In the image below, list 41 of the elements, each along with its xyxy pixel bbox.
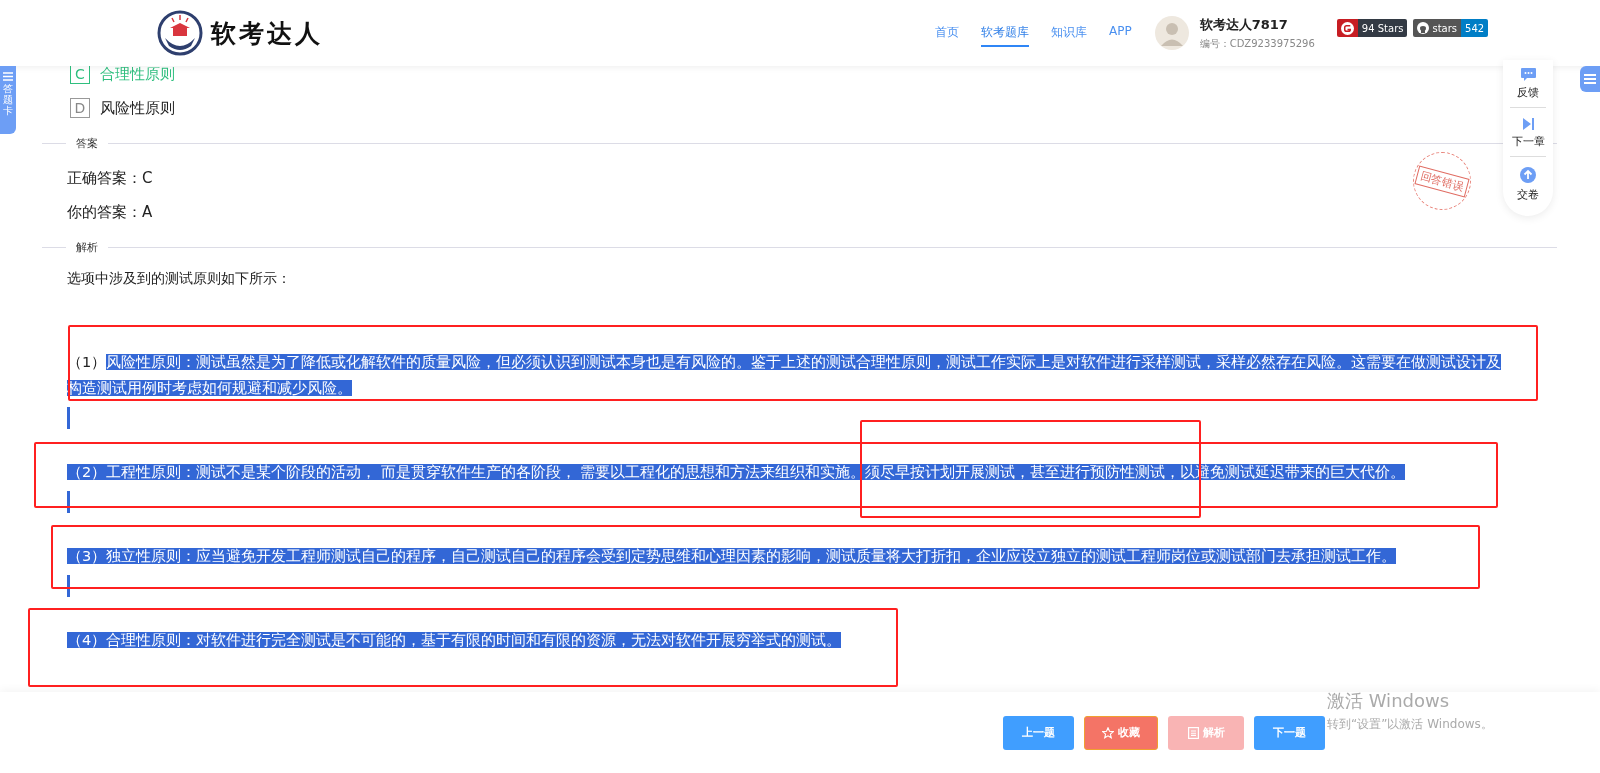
answer-text: 你的答案：A bbox=[67, 202, 153, 223]
menu-icon bbox=[1584, 74, 1596, 84]
answer-text: 正确答案：C bbox=[67, 168, 153, 189]
skip-next-icon bbox=[1522, 118, 1534, 130]
selection-bar bbox=[67, 575, 70, 597]
nav-button[interactable]: 下一题 bbox=[1254, 715, 1325, 750]
logo-text: 软考达人 bbox=[211, 17, 323, 50]
menu-tab[interactable] bbox=[1580, 66, 1600, 92]
nav-link[interactable]: APP bbox=[1109, 19, 1132, 47]
selection-bar bbox=[67, 407, 70, 429]
option-letter[interactable]: D bbox=[70, 98, 90, 118]
activation-text: 转到“设置”以激活 Windows。 bbox=[1327, 716, 1493, 733]
user-name: 软考达人7817 bbox=[1199, 15, 1289, 34]
chat-icon bbox=[1520, 68, 1536, 81]
nav-link[interactable]: 软考题库 bbox=[981, 19, 1029, 47]
star-icon bbox=[1102, 726, 1114, 739]
nav-button[interactable]: 收藏 bbox=[1084, 715, 1158, 750]
answer-card-tab[interactable]: 答题卡 bbox=[0, 66, 16, 134]
menu-icon bbox=[3, 72, 13, 81]
nav-link[interactable]: 知识库 bbox=[1051, 19, 1087, 47]
github-icon bbox=[1417, 22, 1430, 34]
intro-text: 选项中涉及到的测试原则如下所示： bbox=[67, 269, 292, 288]
selection-bar bbox=[67, 491, 70, 513]
activation-title: 激活 Windows bbox=[1327, 689, 1451, 713]
side-button[interactable]: 交卷 bbox=[1517, 165, 1539, 204]
principle-text: （3）独立性原则：应当避免开发工程师测试自己的程序，自己测试自己的程序会受到定势思维和心理因素的影响，测试质量将大打折扣，企业应设立独立的测试工程师岗位或测试部门去承担测试工作。 bbox=[67, 547, 1398, 566]
section-title: 答案 bbox=[66, 135, 108, 151]
user-id: 编号：CDZ9233975296 bbox=[1199, 36, 1315, 51]
document-icon bbox=[1187, 726, 1199, 739]
option-text: 合理性原则 bbox=[100, 64, 175, 84]
nav-button[interactable]: 上一题 bbox=[1003, 715, 1074, 750]
logo-icon bbox=[157, 10, 203, 56]
side-button[interactable]: 反馈 bbox=[1517, 66, 1539, 102]
nav-link[interactable]: 首页 bbox=[935, 19, 959, 47]
upload-icon bbox=[1520, 167, 1536, 183]
avatar[interactable] bbox=[1153, 15, 1190, 51]
option-text: 风险性原则 bbox=[100, 98, 175, 118]
section-title: 解析 bbox=[66, 239, 108, 255]
gitee-icon bbox=[1340, 21, 1354, 35]
side-button[interactable]: 下一章 bbox=[1511, 116, 1545, 151]
principle-text: （4）合理性原则：对软件进行完全测试是不可能的，基于有限的时间和有限的资源，无法对软件开展穷举式的测试。 bbox=[67, 631, 843, 650]
